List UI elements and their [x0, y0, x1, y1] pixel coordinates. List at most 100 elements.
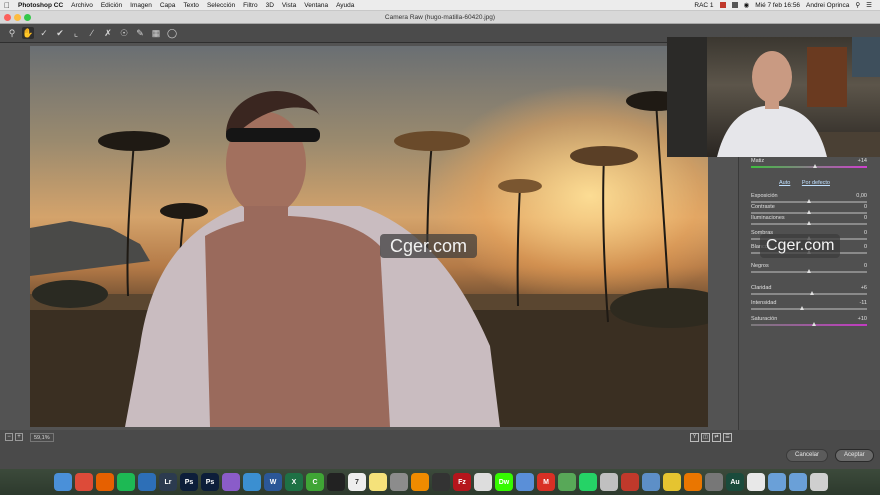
menu-vista[interactable]: Vista	[278, 2, 300, 9]
slider-value[interactable]: 0	[864, 215, 867, 221]
word-icon[interactable]: W	[264, 473, 282, 491]
slider-knob[interactable]	[813, 164, 818, 168]
zoom-out-icon[interactable]: −	[5, 433, 13, 441]
final-cut-icon[interactable]	[432, 473, 450, 491]
hand-icon[interactable]: ✋	[22, 27, 34, 39]
vlc-icon[interactable]	[411, 473, 429, 491]
slider-knob[interactable]	[806, 210, 811, 214]
record-icon[interactable]	[719, 2, 726, 8]
menu-ventana[interactable]: Ventana	[300, 2, 332, 9]
redeye-icon[interactable]: ☉	[118, 27, 130, 39]
green-app-icon[interactable]	[558, 473, 576, 491]
menu-ayuda[interactable]: Ayuda	[332, 2, 358, 9]
whatsapp-icon[interactable]	[579, 473, 597, 491]
audition-icon[interactable]: Au	[726, 473, 744, 491]
slider-7[interactable]: Intensidad -11	[751, 300, 871, 314]
auto-link[interactable]: Auto	[779, 180, 790, 186]
dreamweaver-icon[interactable]: Dw	[495, 473, 513, 491]
radial-icon[interactable]: ◯	[166, 27, 178, 39]
apple-icon[interactable]: 	[0, 1, 14, 10]
app-status-icon[interactable]	[731, 2, 738, 8]
photoshop-alt-icon[interactable]: Ps	[201, 473, 219, 491]
downloads-icon[interactable]	[768, 473, 786, 491]
slider-6[interactable]: Claridad +6	[751, 285, 871, 299]
slider-value[interactable]: 0	[864, 204, 867, 210]
slider-track[interactable]	[751, 308, 867, 310]
chrome-icon[interactable]	[75, 473, 93, 491]
blender-icon[interactable]	[684, 473, 702, 491]
search-icon[interactable]: ⚲	[855, 1, 860, 9]
camtasia-icon[interactable]: C	[306, 473, 324, 491]
slider-knob[interactable]	[806, 199, 811, 203]
slider-2[interactable]: Iluminaciones 0	[751, 215, 871, 229]
view-swap-icon[interactable]: ⇄	[712, 432, 721, 442]
slider-8[interactable]: Saturación +10	[751, 316, 871, 330]
globe-icon[interactable]	[516, 473, 534, 491]
menu-archivo[interactable]: Archivo	[67, 2, 97, 9]
yellow-app-icon[interactable]	[663, 473, 681, 491]
view-settings-icon[interactable]: ☰	[723, 432, 732, 442]
crop-icon[interactable]: ⌞	[70, 27, 82, 39]
menu-seleccion[interactable]: Selección	[203, 2, 239, 9]
folder-app-icon[interactable]	[642, 473, 660, 491]
slider-value[interactable]: -11	[859, 300, 867, 306]
zoom-icon[interactable]: ⚲	[6, 27, 18, 39]
menu-list-icon[interactable]: ☰	[866, 1, 872, 9]
slider-knob[interactable]	[806, 221, 811, 225]
view-mode-y-icon[interactable]: Y	[690, 432, 699, 442]
canvas-area[interactable]	[0, 43, 738, 430]
slider-track[interactable]	[751, 324, 867, 326]
datetime[interactable]: Mié 7 feb 16:56	[755, 2, 800, 9]
calendar-icon[interactable]: 7	[348, 473, 366, 491]
gmail-icon[interactable]: M	[537, 473, 555, 491]
view-before-after-icon[interactable]: ◫	[701, 432, 710, 442]
minimize-icon[interactable]	[14, 14, 21, 21]
filezilla-icon[interactable]: Fz	[453, 473, 471, 491]
slider-value[interactable]: 0	[864, 244, 867, 250]
zoom-in-icon[interactable]: +	[15, 433, 23, 441]
red-app-icon[interactable]	[621, 473, 639, 491]
maximize-icon[interactable]	[24, 14, 31, 21]
brush-icon[interactable]: ✎	[134, 27, 146, 39]
finder-icon[interactable]	[54, 473, 72, 491]
slider-value[interactable]: 0,00	[856, 193, 867, 199]
safari-icon[interactable]	[243, 473, 261, 491]
trash-icon[interactable]	[810, 473, 828, 491]
white-balance-icon[interactable]: ✓	[38, 27, 50, 39]
spot-removal-icon[interactable]: ✗	[102, 27, 114, 39]
file-icon[interactable]	[474, 473, 492, 491]
firefox-icon[interactable]	[96, 473, 114, 491]
slider-value[interactable]: 0	[864, 230, 867, 236]
blue-app-icon[interactable]	[138, 473, 156, 491]
straighten-icon[interactable]: ∕	[86, 27, 98, 39]
preview-image[interactable]	[30, 46, 708, 427]
menu-texto[interactable]: Texto	[179, 2, 203, 9]
slider-5[interactable]: Negros 0	[751, 263, 871, 277]
menu-filtro[interactable]: Filtro	[239, 2, 261, 9]
menu-edicion[interactable]: Edición	[97, 2, 126, 9]
tint-slider[interactable]: Matiz +14	[751, 158, 871, 172]
document-icon[interactable]	[747, 473, 765, 491]
accept-button[interactable]: Aceptar	[835, 449, 874, 462]
photoshop-icon[interactable]: Ps	[180, 473, 198, 491]
slider-value[interactable]: +10	[858, 316, 867, 322]
tool-app-icon[interactable]	[705, 473, 723, 491]
message-icon[interactable]	[600, 473, 618, 491]
default-link[interactable]: Por defecto	[802, 180, 830, 186]
slider-knob[interactable]	[809, 291, 814, 295]
excel-icon[interactable]: X	[285, 473, 303, 491]
preferences-icon[interactable]	[390, 473, 408, 491]
lightroom-icon[interactable]: Lr	[159, 473, 177, 491]
slider-value[interactable]: 0	[864, 263, 867, 269]
menu-app[interactable]: Photoshop CC	[14, 2, 67, 9]
slider-knob[interactable]	[799, 306, 804, 310]
photo-app-icon[interactable]	[222, 473, 240, 491]
slider-knob[interactable]	[806, 269, 811, 273]
notes-icon[interactable]	[369, 473, 387, 491]
slider-knob[interactable]	[812, 322, 817, 326]
wifi-icon[interactable]: ◉	[744, 1, 750, 9]
menu-3d[interactable]: 3D	[262, 2, 278, 9]
spotify-icon[interactable]	[117, 473, 135, 491]
cancel-button[interactable]: Cancelar	[786, 449, 829, 462]
close-icon[interactable]	[4, 14, 11, 21]
